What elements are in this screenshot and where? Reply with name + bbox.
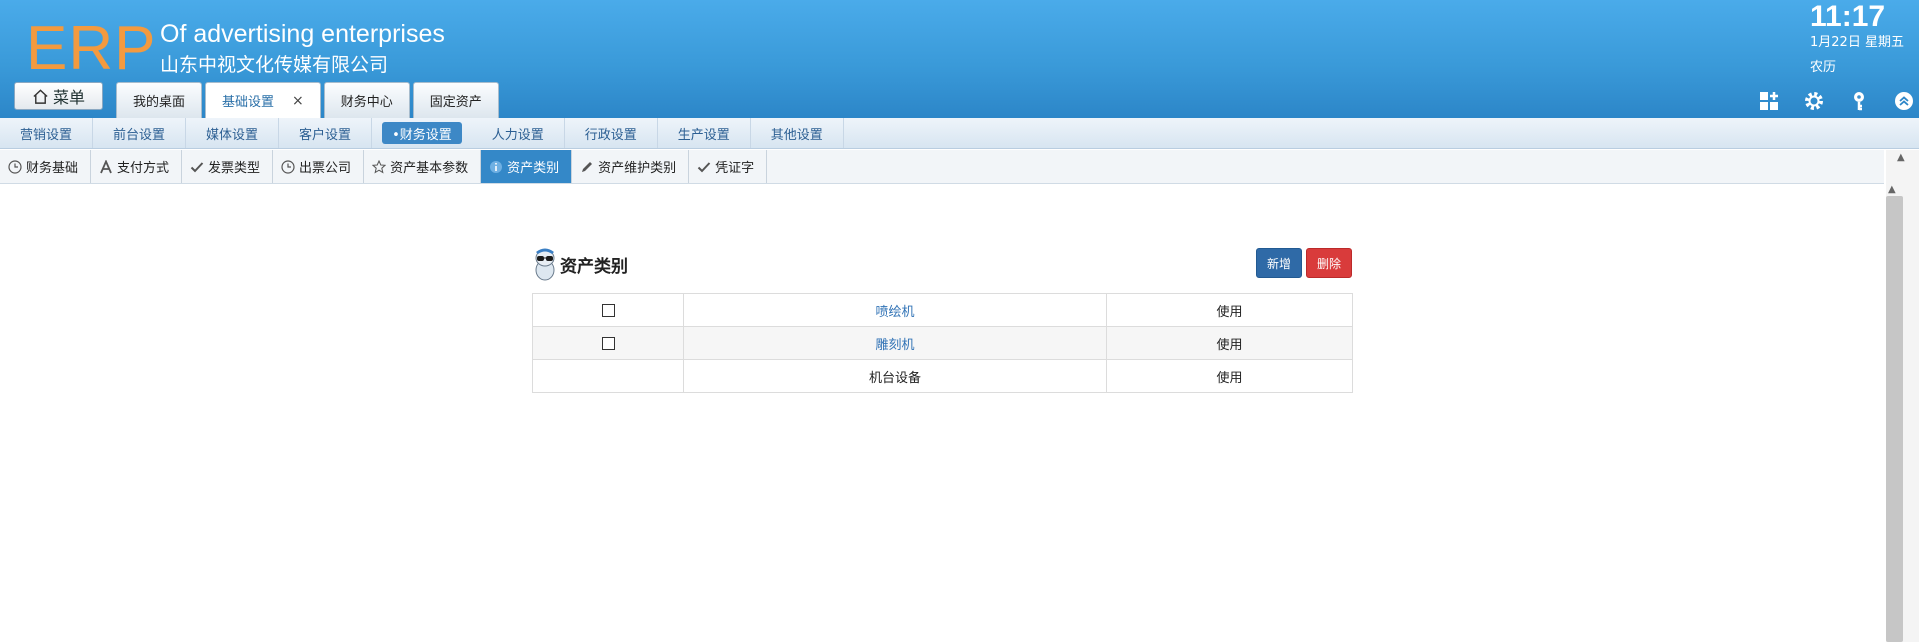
home-icon: [33, 88, 48, 104]
subtab-label: 支付方式: [117, 161, 170, 176]
panel-title: 资产类别: [560, 256, 628, 277]
clock-date: 1月22日 星期五: [1810, 35, 1904, 50]
scroll-up-outer-icon[interactable]: ▲: [1897, 152, 1905, 163]
table-row: 机台设备 使用: [532, 359, 1353, 393]
nav-hr-settings[interactable]: 人力设置: [472, 118, 565, 148]
tab-finance-center[interactable]: 财务中心: [323, 82, 410, 118]
erp-logo: ERP: [26, 14, 157, 83]
vertical-scrollbar[interactable]: ▲ ▲: [1886, 150, 1919, 642]
finance-sub-nav: 财务基础 支付方式 发票类型 出票公司 资产基本参数 资产类别 资产维护类别 凭…: [0, 150, 1884, 184]
category-name-link[interactable]: 喷绘机: [875, 305, 914, 320]
app-header: ERP Of advertising enterprises 山东中视文化传媒有…: [0, 0, 1919, 118]
tab-label: 固定资产: [429, 95, 482, 110]
subtab-finance-basics[interactable]: 财务基础: [0, 150, 92, 183]
add-button[interactable]: 新增: [1256, 248, 1302, 278]
nav-customer-settings[interactable]: 客户设置: [279, 118, 373, 148]
row-checkbox[interactable]: [601, 336, 615, 350]
letter-a-icon: [100, 159, 112, 173]
menu-button[interactable]: 菜单: [14, 82, 103, 110]
subtab-invoice-types[interactable]: 发票类型: [182, 150, 274, 183]
subtab-label: 出票公司: [299, 161, 352, 176]
subtab-voucher-words[interactable]: 凭证字: [689, 150, 768, 183]
row-checkbox[interactable]: [601, 303, 615, 317]
subtab-label: 财务基础: [26, 161, 79, 176]
nav-front-desk-settings[interactable]: 前台设置: [93, 118, 187, 148]
subtab-asset-parameters[interactable]: 资产基本参数: [364, 150, 482, 183]
category-name-link[interactable]: 雕刻机: [875, 338, 914, 353]
company-name-cn: 山东中视文化传媒有限公司: [160, 54, 389, 76]
scrollbar-thumb[interactable]: [1886, 196, 1903, 642]
subtab-label: 资产维护类别: [598, 161, 677, 176]
settings-nav: 营销设置 前台设置 媒体设置 客户设置 •财务设置 人力设置 行政设置 生产设置…: [0, 118, 1919, 149]
grid-add-icon[interactable]: [1756, 88, 1782, 114]
row-select-cell: [532, 293, 684, 327]
nav-admin-settings[interactable]: 行政设置: [565, 118, 658, 148]
category-name-cell: 喷绘机: [683, 293, 1107, 327]
tab-label: 财务中心: [340, 95, 393, 110]
nav-production-settings[interactable]: 生产设置: [658, 118, 751, 148]
nav-media-settings[interactable]: 媒体设置: [186, 118, 280, 148]
panel-header: 资产类别: [532, 246, 628, 282]
lunar-calendar-link[interactable]: 农历: [1810, 59, 1836, 77]
gear-icon[interactable]: [1801, 88, 1827, 114]
clock-icon: [8, 159, 22, 174]
tab-basic-settings[interactable]: 基础设置 ×: [205, 82, 321, 118]
menu-button-label: 菜单: [52, 88, 85, 107]
clock-time: 11:17: [1810, 0, 1886, 33]
category-name-cell: 雕刻机: [683, 326, 1107, 360]
close-icon[interactable]: ×: [292, 93, 304, 109]
delete-button[interactable]: 删除: [1306, 248, 1352, 278]
collapse-up-icon[interactable]: [1891, 88, 1917, 114]
info-icon: [490, 160, 503, 173]
row-select-cell: [532, 359, 684, 393]
company-name-en: Of advertising enterprises: [160, 20, 445, 48]
status-cell: 使用: [1106, 326, 1353, 360]
nav-marketing-settings[interactable]: 营销设置: [0, 118, 94, 148]
subtab-asset-categories[interactable]: 资产类别: [481, 150, 573, 183]
status-cell: 使用: [1106, 293, 1353, 327]
check-icon: [697, 161, 711, 172]
check-icon: [190, 161, 204, 172]
status-cell: 使用: [1106, 359, 1353, 393]
mascot-icon: [535, 248, 555, 281]
asset-category-table: 喷绘机 使用 雕刻机 使用 机台设备 使用: [532, 293, 1353, 393]
subtab-asset-maintenance-categories[interactable]: 资产维护类别: [572, 150, 690, 183]
tab-label: 基础设置: [222, 95, 275, 110]
row-select-cell: [532, 326, 684, 360]
tab-fixed-assets[interactable]: 固定资产: [412, 82, 499, 118]
subtab-label: 发票类型: [208, 161, 261, 176]
subtab-label: 凭证字: [715, 161, 755, 176]
clock-icon: [281, 159, 295, 174]
pencil-icon: [582, 161, 593, 172]
subtab-label: 资产类别: [507, 161, 560, 176]
workspace-tabs: 我的桌面 基础设置 × 财务中心 固定资产: [116, 82, 499, 118]
nav-other-settings[interactable]: 其他设置: [751, 118, 844, 148]
header-toolbar: [1756, 88, 1917, 114]
table-row: 雕刻机 使用: [532, 326, 1353, 360]
star-icon: [372, 159, 387, 174]
subtab-payment-methods[interactable]: 支付方式: [91, 150, 183, 183]
category-name-cell: 机台设备: [683, 359, 1107, 393]
key-icon[interactable]: [1846, 88, 1872, 114]
nav-finance-settings[interactable]: •财务设置: [382, 122, 462, 144]
tab-my-desktop[interactable]: 我的桌面: [116, 82, 203, 118]
subtab-issuing-companies[interactable]: 出票公司: [273, 150, 365, 183]
tab-label: 我的桌面: [133, 95, 186, 110]
scroll-up-icon[interactable]: ▲: [1888, 184, 1896, 195]
table-row: 喷绘机 使用: [532, 293, 1353, 327]
subtab-label: 资产基本参数: [390, 161, 469, 176]
